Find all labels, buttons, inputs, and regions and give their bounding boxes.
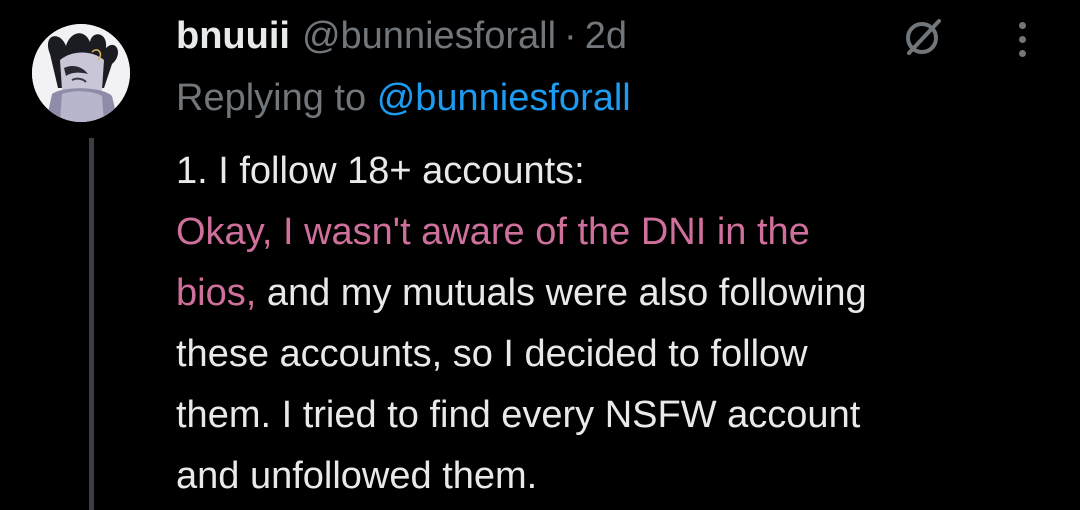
header-separator: · bbox=[564, 15, 577, 57]
grok-button[interactable] bbox=[898, 12, 948, 62]
more-options-button[interactable] bbox=[1002, 14, 1042, 64]
tweet-text-line-highlighted: Okay, I wasn't aware of the DNI in the bbox=[176, 211, 810, 253]
more-options-dot bbox=[1018, 35, 1026, 43]
avatar[interactable] bbox=[32, 24, 130, 122]
tweet-text-line: these accounts, so I decided to follow bbox=[176, 333, 808, 375]
user-handle[interactable]: @bunniesforall bbox=[302, 10, 556, 62]
display-name[interactable]: bnuuii bbox=[176, 10, 290, 62]
timestamp[interactable]: 2d bbox=[585, 10, 627, 62]
tweet-text: and my mutuals were also following bbox=[266, 272, 867, 314]
more-options-dot bbox=[1018, 49, 1026, 57]
tweet-body: 1. I follow 18+ accounts: Okay, I wasn't… bbox=[176, 141, 1056, 507]
grok-icon bbox=[906, 19, 941, 55]
more-options-icon bbox=[1018, 21, 1026, 29]
tweet-text-highlighted: bios, bbox=[176, 272, 267, 314]
tweet-text-line: and unfollowed them. bbox=[176, 455, 538, 497]
replying-to-label: Replying to bbox=[176, 77, 367, 119]
tweet-header: bnuuii @bunniesforall · 2d bbox=[176, 10, 627, 62]
replying-to-mention[interactable]: @bunniesforall bbox=[377, 77, 631, 119]
avatar-image bbox=[32, 24, 130, 122]
replying-to-line: Replying to @bunniesforall bbox=[176, 72, 631, 124]
tweet-text-line: them. I tried to find every NSFW account bbox=[176, 394, 861, 436]
thread-line bbox=[89, 138, 94, 510]
tweet-text-line: bios, and my mutuals were also following bbox=[176, 263, 1056, 324]
tweet-text-line: 1. I follow 18+ accounts: bbox=[176, 150, 585, 192]
